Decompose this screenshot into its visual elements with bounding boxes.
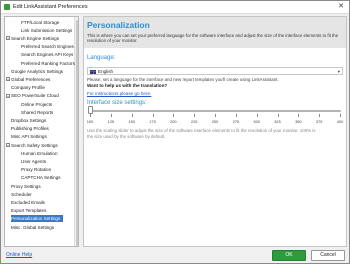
tree-item[interactable]: Dropbox Settings (11, 117, 46, 124)
language-select[interactable]: English ▾ (87, 67, 343, 75)
slider-tick-label: 125 (107, 119, 115, 124)
page-description: This is where you can set your preferred… (87, 33, 339, 44)
language-hint: Please, set a language for the interface… (87, 77, 279, 82)
tree-scrollbar[interactable] (74, 17, 78, 246)
settings-tree: FTP/Local Storage Link Submission Setting… (4, 16, 79, 247)
slider-tick (277, 114, 279, 117)
interface-size-slider-track[interactable] (89, 110, 341, 112)
tree-item[interactable]: Search Engine Settings (11, 35, 59, 42)
tree-item[interactable]: Personalization Settings (11, 215, 64, 223)
tree-item[interactable]: Preferred Search Engines (21, 43, 74, 50)
interface-size-slider-thumb[interactable] (87, 106, 93, 114)
slider-tick (256, 114, 258, 117)
slider-tick (90, 114, 91, 117)
tree-item[interactable]: CAPTCHA Settings (21, 174, 61, 181)
slider-tick (131, 114, 133, 117)
tree-collapse-toggle[interactable]: − (6, 143, 10, 148)
slider-tick-label: 375 (315, 119, 323, 124)
slider-tick (235, 114, 237, 117)
slider-tick-label: 275 (232, 119, 240, 124)
window-title: Edit LinkAssistant Preferences (13, 4, 88, 10)
app-icon (4, 4, 10, 10)
uk-flag-icon (90, 69, 96, 74)
tree-item[interactable]: Scheduler (11, 191, 32, 198)
close-icon[interactable]: ✕ (336, 2, 346, 12)
tree-item[interactable]: Preferred Ranking Factors (21, 60, 75, 67)
content-panel: Personalization This is where you can se… (83, 16, 347, 247)
tree-item[interactable]: Global Preferences (11, 76, 50, 83)
slider-tick-label: 400 (336, 119, 344, 124)
slider-tick (215, 114, 216, 117)
slider-tick-label: 350 (295, 119, 302, 124)
slider-tick-label: 300 (253, 119, 260, 124)
translation-help-heading: Want to help us with the translation? (87, 83, 168, 88)
tree-item[interactable]: Export Templates (11, 207, 46, 214)
slider-tick-label: 325 (274, 119, 281, 124)
tree-item[interactable]: SEO PowerSuite Cloud (11, 92, 59, 99)
tree-item[interactable]: Online Projects (21, 101, 52, 108)
ok-button[interactable]: OK (272, 250, 306, 261)
title-bar: Edit LinkAssistant Preferences ✕ (1, 1, 349, 14)
slider-tick (173, 114, 174, 117)
preferences-window: Edit LinkAssistant Preferences ✕ FTP/Loc… (0, 0, 350, 264)
slider-tick-label: 100 (86, 119, 94, 124)
slider-tick (340, 114, 341, 117)
tree-item[interactable]: Link Submission Settings (21, 27, 72, 34)
chevron-down-icon: ▾ (337, 68, 340, 74)
interface-size-description: Use the scaling slider to adjust the siz… (87, 128, 316, 139)
slider-tick (152, 114, 154, 117)
slider-tick (110, 114, 112, 117)
tree-item[interactable]: Search Engines API Keys (21, 51, 73, 58)
tree-item[interactable]: Proxy Settings (11, 183, 41, 190)
tree-item[interactable]: Misc API Settings (11, 133, 47, 140)
tree-item[interactable]: Shared Reports (21, 109, 53, 116)
page-title: Personalization (87, 20, 150, 30)
tree-item[interactable]: FTP/Local Storage (21, 19, 59, 26)
slider-tick-label: 225 (190, 119, 198, 124)
tree-item[interactable]: Human Emulation (21, 150, 58, 157)
slider-tick-label: 150 (128, 119, 135, 124)
cancel-button[interactable]: Cancel (311, 250, 345, 261)
language-select-value: English (98, 69, 114, 74)
tree-item[interactable]: Search Safety Settings (11, 142, 58, 149)
slider-tick-label: 175 (149, 119, 156, 124)
tree-item[interactable]: Company Profile (11, 84, 45, 91)
tree-item[interactable]: User Agents (21, 158, 46, 165)
page-header: Personalization This is where you can se… (84, 17, 346, 48)
slider-tick-label: 200 (170, 119, 177, 124)
language-section-title: Language: (87, 55, 116, 61)
tree-item[interactable]: Google Analytics Settings (11, 68, 63, 75)
tree-item[interactable]: Excluded Emails (11, 199, 45, 206)
translation-instructions-link[interactable]: For instructions please go here. (87, 91, 151, 96)
tree-collapse-toggle[interactable]: − (6, 77, 10, 82)
tree-collapse-toggle[interactable]: − (6, 36, 10, 41)
tree-item[interactable]: Proxy Rotation (21, 166, 51, 173)
slider-tick-label: 250 (211, 119, 219, 124)
slider-tick (194, 114, 195, 117)
interface-size-section-title: Interface size settings: (87, 100, 147, 106)
tree-scrollbar-thumb[interactable] (76, 20, 78, 246)
tree-item[interactable]: Misc. Global Settings (11, 224, 54, 231)
slider-tick (298, 114, 299, 117)
online-help-link[interactable]: Online Help (6, 252, 32, 258)
tree-item[interactable]: Publishing Profiles (11, 125, 49, 132)
tree-collapse-toggle[interactable]: − (6, 93, 10, 98)
slider-tick (319, 114, 320, 117)
